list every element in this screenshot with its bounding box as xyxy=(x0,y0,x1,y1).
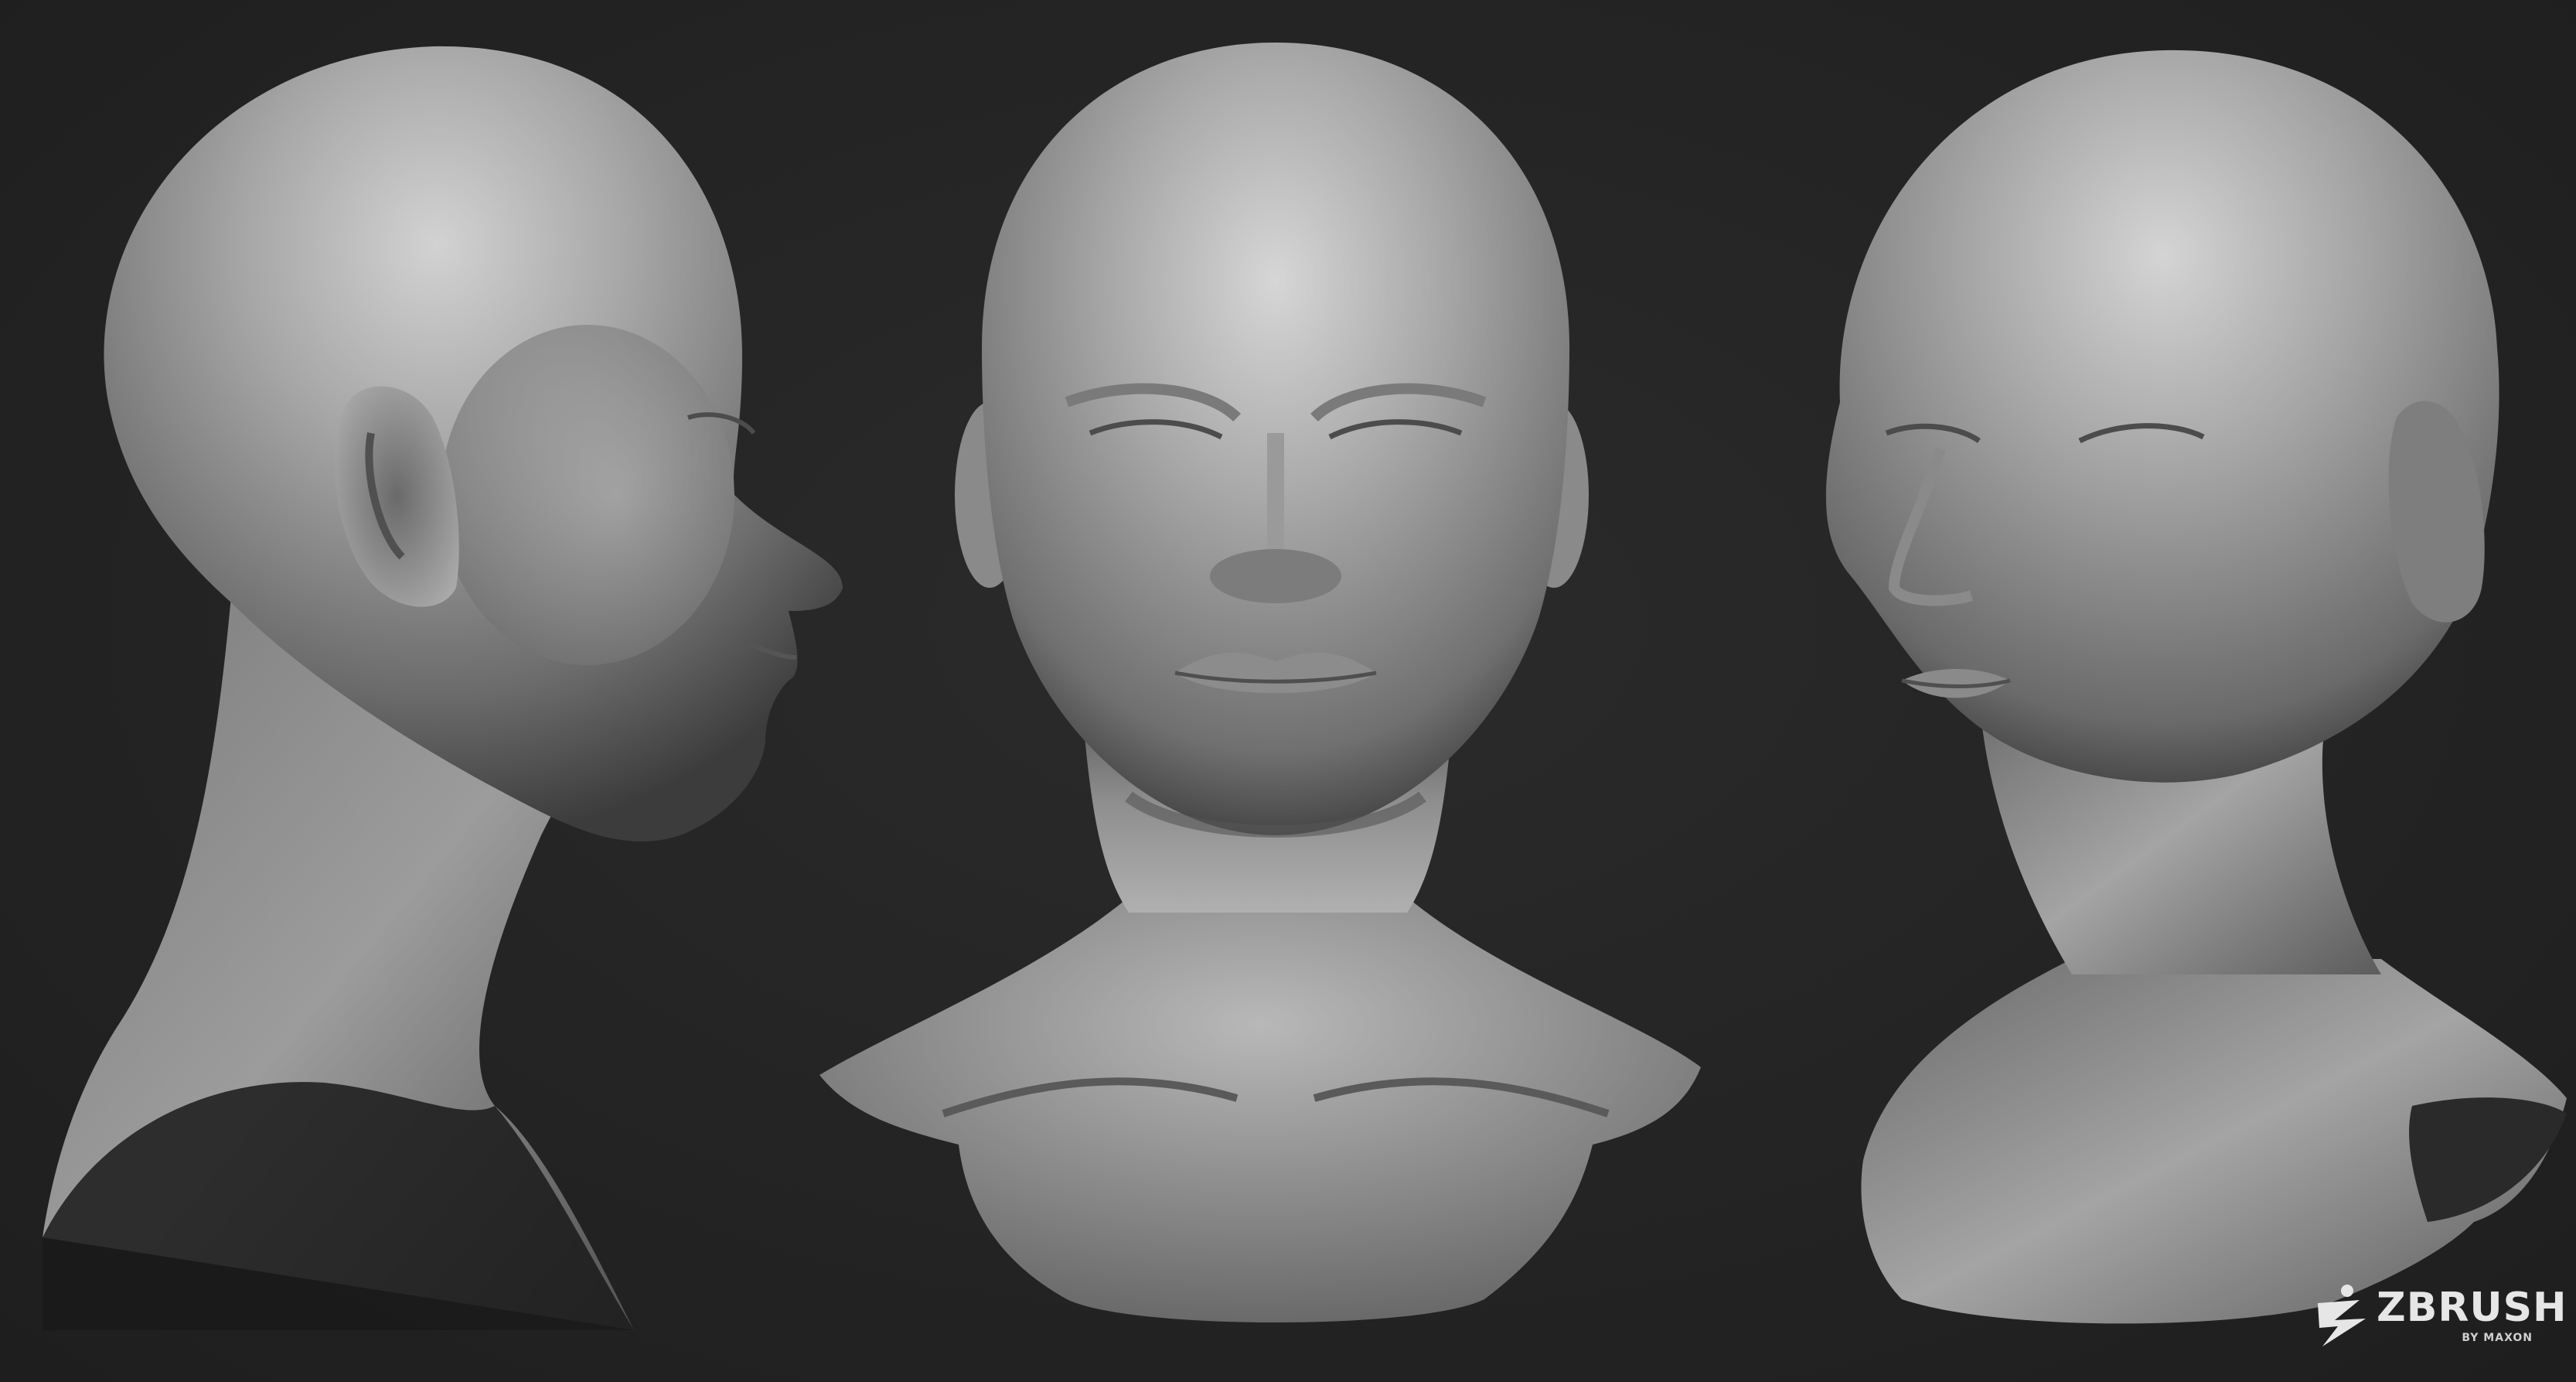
head-sculpt-profile-left xyxy=(43,46,843,1330)
logo-wordmark: ZBRUSH xyxy=(2377,1285,2567,1331)
logo-byline: BY MAXON xyxy=(2462,1332,2533,1344)
render-canvas: ZBRUSH BY MAXON xyxy=(0,0,2576,1382)
head-sculpt-three-quarter-right xyxy=(1825,49,2567,1324)
head-sculpt-front xyxy=(819,43,1701,1322)
zbrush-logo: ZBRUSH BY MAXON xyxy=(2312,1281,2567,1359)
zbrush-figure-icon xyxy=(2318,1285,2366,1346)
